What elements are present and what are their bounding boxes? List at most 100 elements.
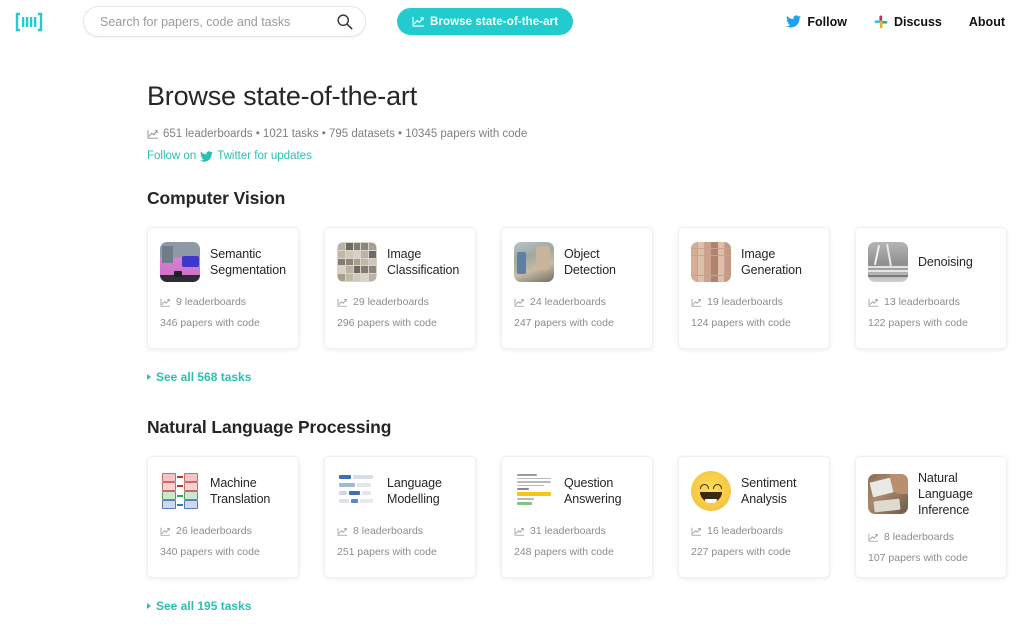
see-all-tasks-label: See all 568 tasks [156,370,252,384]
task-card-object-detection[interactable]: Object Detection 24 leaderboards 247 pap… [501,227,653,349]
page-content: Browse state-of-the-art 651 leaderboards… [0,43,1024,613]
task-card-title: Natural Language Inference [918,471,973,517]
chart-line-icon [160,298,171,307]
nav-link-follow[interactable]: Follow [786,15,847,29]
nav-link-discuss-label: Discuss [893,14,942,29]
chart-line-icon [337,527,348,536]
site-statistics: 651 leaderboards • 1021 tasks • 795 data… [147,128,1024,140]
slack-icon [874,15,888,29]
chart-line-icon [147,129,159,139]
task-card-title: Question Answering [564,476,622,506]
chart-line-icon [412,16,425,27]
chart-line-icon [868,533,879,542]
nav-link-follow-label: Follow [807,14,847,29]
browse-sota-button-label: Browse state-of-the-art [430,15,559,28]
site-statistics-text: 651 leaderboards • 1021 tasks • 795 data… [163,128,528,140]
task-card-semantic-segmentation[interactable]: Semantic Segmentation 9 leaderboards 346… [147,227,299,349]
caret-right-icon [147,603,151,609]
task-card-leaderboards-text: 8 leaderboards [353,525,424,537]
chart-line-icon [337,298,348,307]
semantic-segmentation-thumbnail [160,242,200,282]
task-card-leaderboards: 8 leaderboards [868,531,994,543]
task-card-papers: 346 papers with code [160,317,260,329]
top-navigation-bar: Browse state-of-the-art Follow Discuss [0,0,1024,43]
search-input[interactable] [100,14,336,29]
task-card-title: Denoising [918,255,973,269]
task-card-natural-language-inference[interactable]: Natural Language Inference 8 leaderboard… [855,456,1007,578]
nav-link-discuss[interactable]: Discuss [874,15,942,29]
language-modelling-thumbnail [337,471,377,511]
twitter-follow-prefix: Follow on [147,150,197,162]
task-card-leaderboards: 13 leaderboards [868,296,994,308]
task-card-row: Machine Translation 26 leaderboards 340 … [147,456,1024,578]
task-card-leaderboards-text: 19 leaderboards [707,296,783,308]
task-card-leaderboards: 9 leaderboards [160,296,286,308]
task-card-sentiment-analysis[interactable]: Sentiment Analysis 16 leaderboards 227 p… [678,456,830,578]
task-card-header: Image Classification [337,241,463,283]
task-card-papers: 247 papers with code [514,317,614,329]
twitter-icon [786,15,802,28]
task-card-leaderboards: 19 leaderboards [691,296,817,308]
chart-line-icon [691,298,702,307]
task-card-papers: 248 papers with code [514,546,614,558]
task-card-header: Denoising [868,241,994,283]
natural-language-inference-thumbnail [868,474,908,514]
task-card-papers: 107 papers with code [868,552,968,564]
task-card-title: Machine Translation [210,476,271,506]
navbar-links: Follow Discuss About [786,15,1008,29]
task-card-leaderboards: 8 leaderboards [337,525,463,537]
task-card-title: Semantic Segmentation [210,247,286,277]
chart-line-icon [514,527,525,536]
task-card-question-answering[interactable]: Question Answering 31 leaderboards 248 p… [501,456,653,578]
task-card-header: Question Answering [514,470,640,512]
task-card-leaderboards: 24 leaderboards [514,296,640,308]
task-card-header: Language Modelling [337,470,463,512]
section-computer-vision: Computer Vision Semantic Segmentation 9 … [147,188,1024,384]
task-card-leaderboards-text: 24 leaderboards [530,296,606,308]
chart-line-icon [868,298,879,307]
twitter-icon [200,150,214,162]
section-natural-language-processing: Natural Language Processing Machine Tran… [147,417,1024,613]
task-card-papers: 227 papers with code [691,546,791,558]
task-card-header: Sentiment Analysis [691,470,817,512]
task-card-machine-translation[interactable]: Machine Translation 26 leaderboards 340 … [147,456,299,578]
search-box[interactable] [83,6,366,37]
task-card-title: Sentiment Analysis [741,476,797,506]
twitter-follow-suffix: Twitter for updates [217,150,312,162]
task-card-header: Semantic Segmentation [160,241,286,283]
question-answering-thumbnail [514,471,554,511]
task-card-leaderboards-text: 13 leaderboards [884,296,960,308]
chart-line-icon [160,527,171,536]
task-card-papers: 340 papers with code [160,546,260,558]
task-card-language-modelling[interactable]: Language Modelling 8 leaderboards 251 pa… [324,456,476,578]
see-all-tasks-link-computer-vision[interactable]: See all 568 tasks [147,370,1024,384]
task-card-title: Object Detection [564,247,616,277]
task-card-leaderboards: 16 leaderboards [691,525,817,537]
see-all-tasks-link-nlp[interactable]: See all 195 tasks [147,599,1024,613]
see-all-tasks-label: See all 195 tasks [156,599,252,613]
page-title: Browse state-of-the-art [147,81,418,111]
chart-line-icon [514,298,525,307]
papers-with-code-logo[interactable] [14,10,44,34]
task-card-header: Object Detection [514,241,640,283]
task-card-papers: 296 papers with code [337,317,437,329]
task-card-title: Language Modelling [387,476,442,506]
task-card-image-classification[interactable]: Image Classification 29 leaderboards 296… [324,227,476,349]
browse-sota-button[interactable]: Browse state-of-the-art [397,8,574,35]
task-card-leaderboards-text: 9 leaderboards [176,296,247,308]
task-card-image-generation[interactable]: Image Generation 19 leaderboards 124 pap… [678,227,830,349]
task-card-leaderboards-text: 29 leaderboards [353,296,429,308]
object-detection-thumbnail [514,242,554,282]
task-card-leaderboards: 31 leaderboards [514,525,640,537]
image-classification-thumbnail [337,242,377,282]
task-card-header: Image Generation [691,241,817,283]
nav-link-about[interactable]: About [969,15,1005,29]
search-icon[interactable] [336,13,353,30]
twitter-follow-link[interactable]: Follow on Twitter for updates [147,150,1024,162]
logo-icon [15,12,43,31]
task-card-papers: 251 papers with code [337,546,437,558]
task-card-leaderboards-text: 16 leaderboards [707,525,783,537]
task-card-leaderboards-text: 8 leaderboards [884,531,955,543]
task-card-denoising[interactable]: Denoising 13 leaderboards 122 papers wit… [855,227,1007,349]
section-title: Computer Vision [147,188,286,208]
